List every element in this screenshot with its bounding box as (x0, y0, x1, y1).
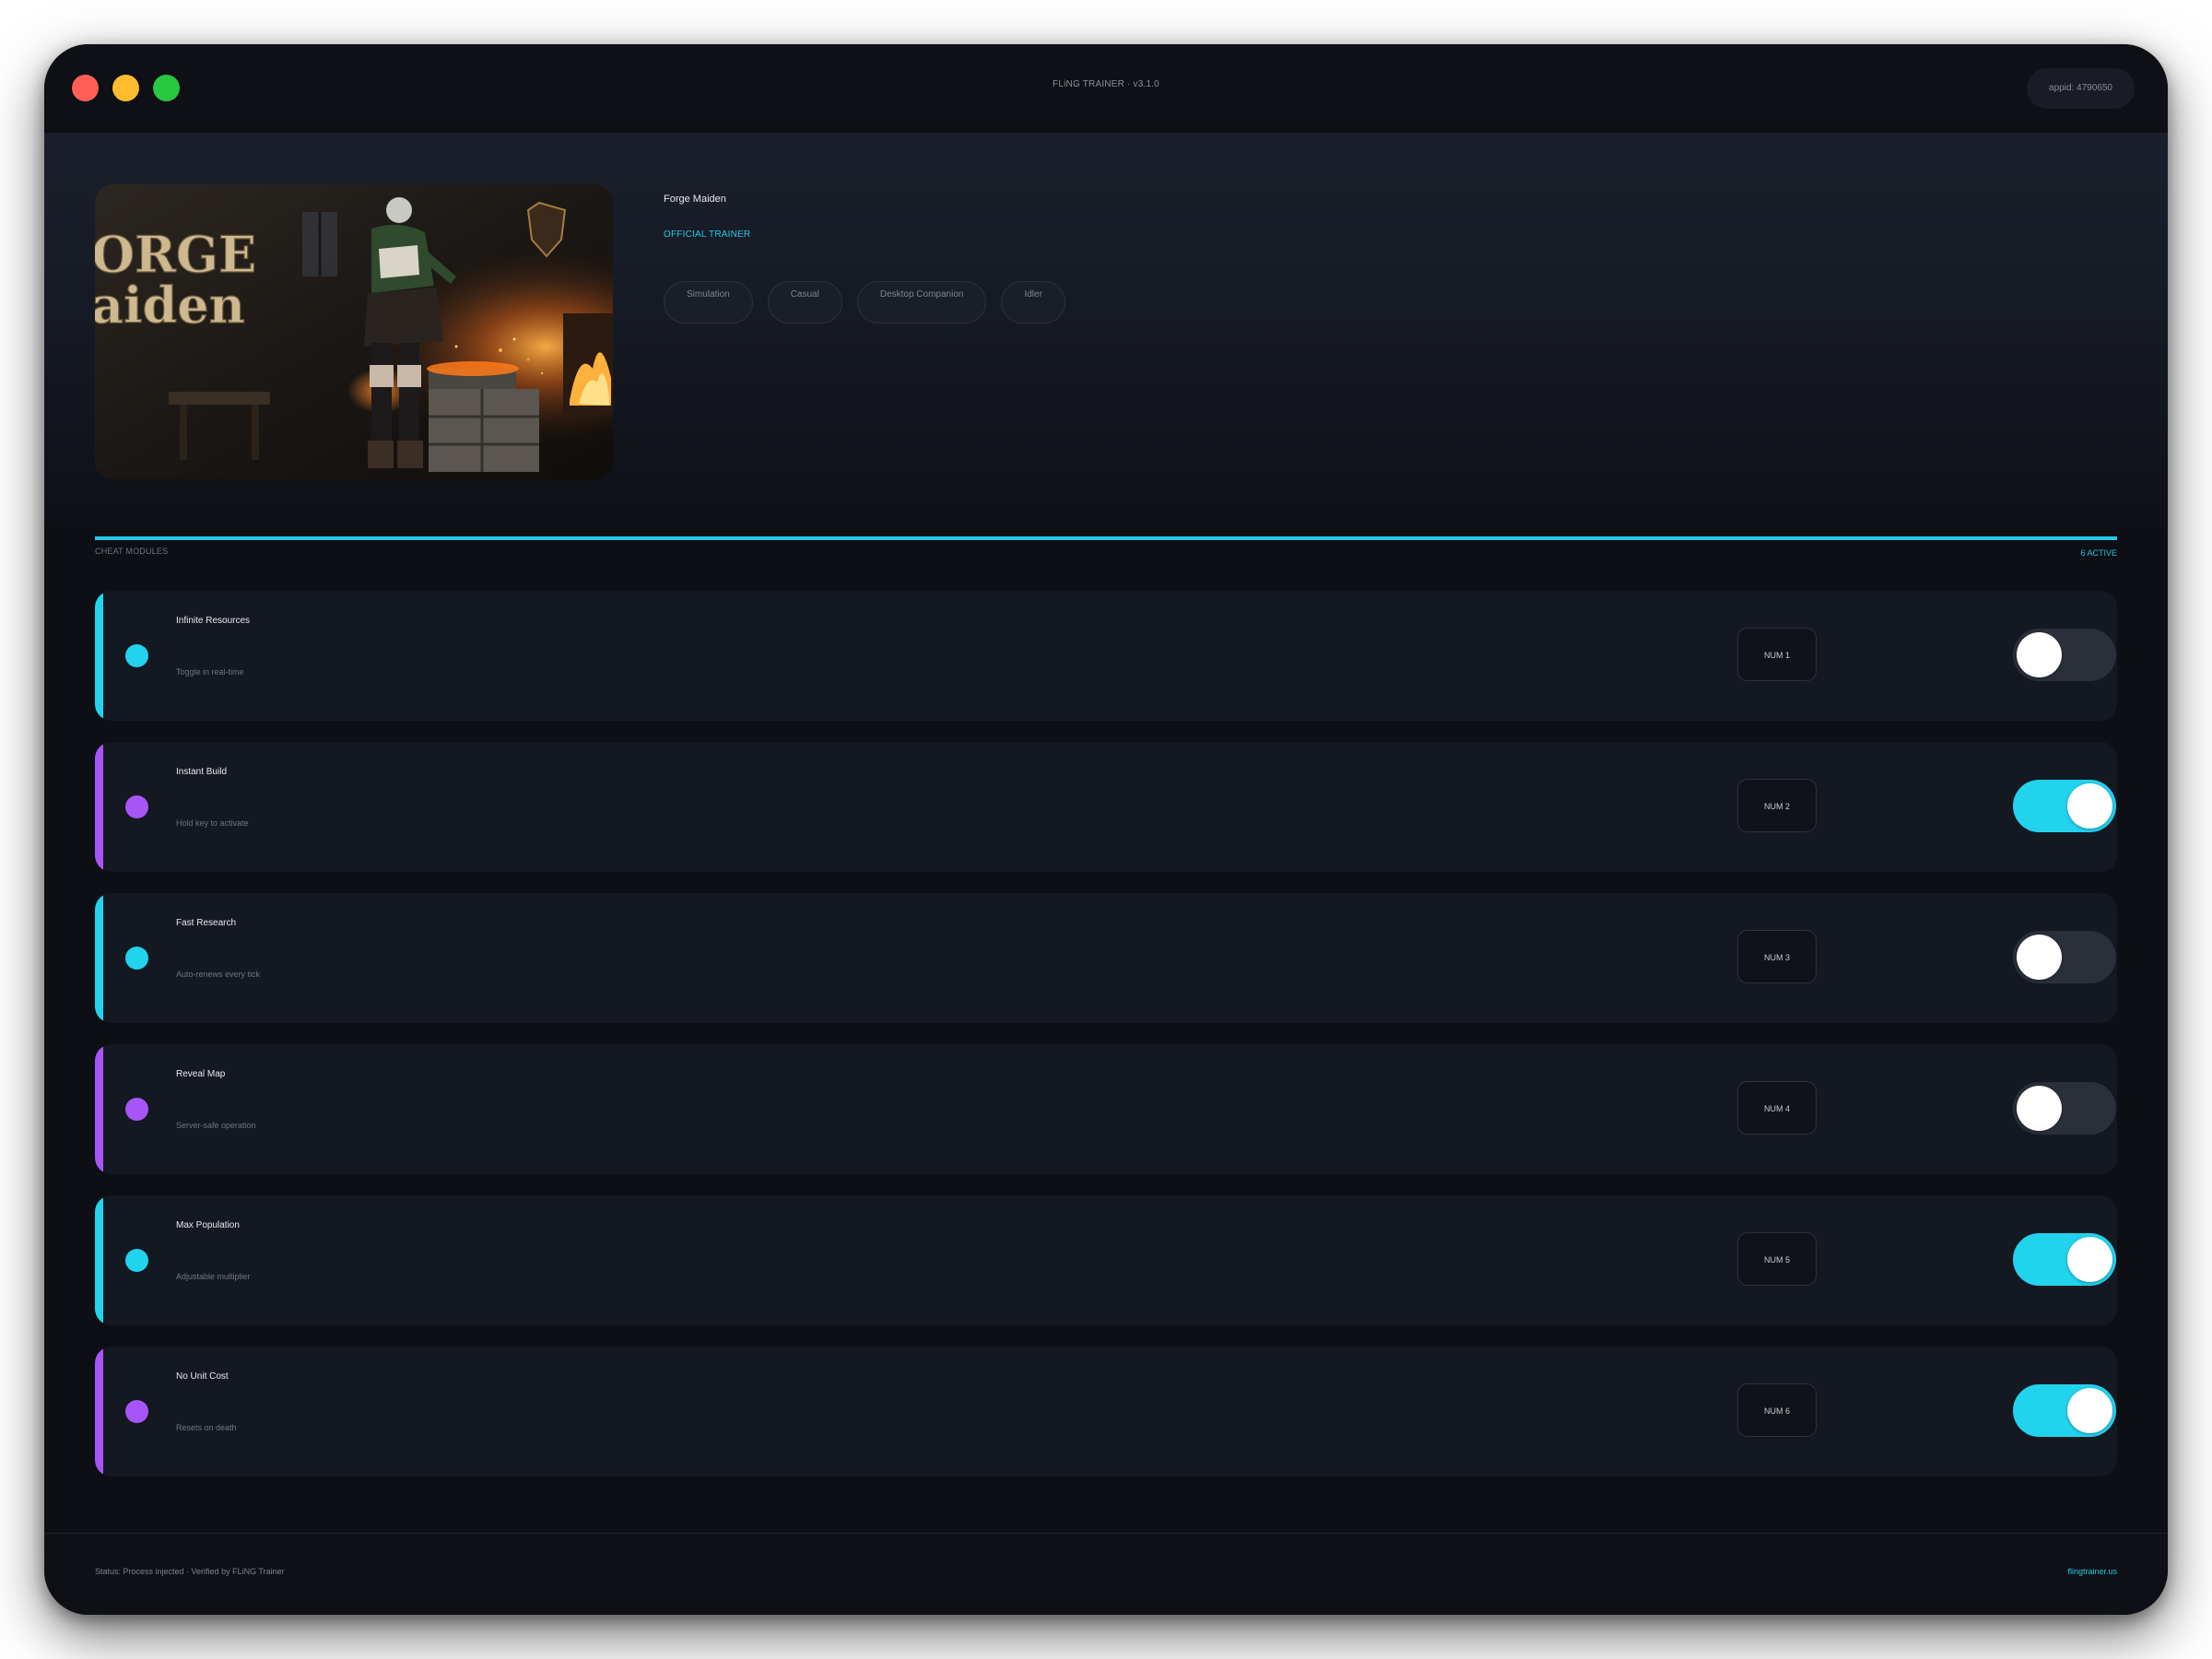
module-status-dot (125, 644, 148, 667)
appid-badge: appid: 4790650 (2027, 68, 2135, 109)
module-accent-bar (95, 591, 103, 721)
module-name: Reveal Map (176, 1069, 226, 1079)
module-no-unit-cost: No Unit Cost Resets on death NUM 6 (95, 1347, 2117, 1477)
module-accent-bar (95, 742, 103, 872)
module-name: Infinite Resources (176, 616, 251, 626)
module-accent-bar (95, 1195, 103, 1325)
trainer-window: FLiNG TRAINER · v3.1.0 appid: 4790650 OR… (44, 44, 2168, 1615)
tag-idler[interactable]: Idler (1001, 281, 1065, 324)
toggle-knob (2067, 1237, 2112, 1282)
status-text: Status: Process injected · Verified by F… (95, 1567, 285, 1576)
module-status-dot (125, 795, 148, 818)
module-infinite-resources: Infinite Resources Toggle in real-time N… (95, 591, 2117, 721)
tag-desktop-companion[interactable]: Desktop Companion (856, 281, 987, 324)
module-name: Instant Build (176, 767, 228, 777)
hotkey-button[interactable]: NUM 5 (1737, 1232, 1817, 1286)
toggle-knob (2017, 1086, 2062, 1131)
section-title: CHEAT MODULES (95, 547, 169, 556)
cover-title-line2: aiden (95, 276, 245, 335)
module-status-dot (125, 1098, 148, 1121)
module-toggle[interactable] (2013, 1384, 2116, 1437)
module-accent-bar (95, 893, 103, 1023)
toggle-knob (2067, 1388, 2112, 1433)
hotkey-button[interactable]: NUM 3 (1737, 930, 1817, 983)
hotkey-button[interactable]: NUM 1 (1737, 628, 1817, 681)
title-bar: FLiNG TRAINER · v3.1.0 appid: 4790650 (44, 44, 2168, 134)
module-description: Adjustable multiplier (176, 1272, 251, 1281)
module-status-dot (125, 1400, 148, 1423)
module-name: Fast Research (176, 918, 237, 928)
official-trainer-badge: OFFICIAL TRAINER (664, 229, 751, 240)
module-toggle[interactable] (2013, 1082, 2116, 1135)
module-description: Resets on death (176, 1423, 237, 1432)
module-toggle[interactable] (2013, 931, 2116, 983)
game-cover-image: ORGE aiden (95, 184, 613, 479)
module-description: Auto-renews every tick (176, 970, 261, 979)
cheat-module-list: Infinite Resources Toggle in real-time N… (95, 591, 2117, 1498)
module-reveal-map: Reveal Map Server-safe operation NUM 4 (95, 1044, 2117, 1174)
active-count: 6 ACTIVE (2080, 548, 2117, 558)
module-description: Toggle in real-time (176, 667, 244, 677)
hotkey-button[interactable]: NUM 2 (1737, 779, 1817, 832)
module-name: No Unit Cost (176, 1371, 229, 1382)
hotkey-button[interactable]: NUM 4 (1737, 1081, 1817, 1135)
module-max-population: Max Population Adjustable multiplier NUM… (95, 1195, 2117, 1325)
genre-tags: Simulation Casual Desktop Companion Idle… (664, 281, 1065, 324)
toggle-knob (2067, 783, 2112, 829)
toggle-knob (2017, 632, 2062, 677)
game-title: Forge Maiden (664, 194, 726, 205)
status-footer: Status: Process injected · Verified by F… (44, 1533, 2168, 1615)
tag-simulation[interactable]: Simulation (664, 281, 753, 324)
module-fast-research: Fast Research Auto-renews every tick NUM… (95, 893, 2117, 1023)
module-status-dot (125, 1249, 148, 1272)
module-status-dot (125, 947, 148, 970)
module-toggle[interactable] (2013, 780, 2116, 832)
toggle-knob (2017, 935, 2062, 980)
module-description: Hold key to activate (176, 818, 249, 828)
game-header: ORGE aiden Forge Maiden OFFICIAL TRAINER… (44, 134, 2168, 530)
tag-casual[interactable]: Casual (767, 281, 842, 324)
hotkey-button[interactable]: NUM 6 (1737, 1383, 1817, 1437)
section-divider (95, 536, 2117, 540)
module-name: Max Population (176, 1220, 240, 1230)
module-instant-build: Instant Build Hold key to activate NUM 2 (95, 742, 2117, 872)
website-link[interactable]: flingtrainer.us (2067, 1567, 2117, 1576)
module-toggle[interactable] (2013, 629, 2116, 681)
module-accent-bar (95, 1347, 103, 1477)
window-title: FLiNG TRAINER · v3.1.0 (1053, 79, 1159, 89)
module-toggle[interactable] (2013, 1233, 2116, 1286)
module-description: Server-safe operation (176, 1121, 256, 1130)
cover-artwork: ORGE aiden (95, 184, 613, 479)
module-accent-bar (95, 1044, 103, 1174)
